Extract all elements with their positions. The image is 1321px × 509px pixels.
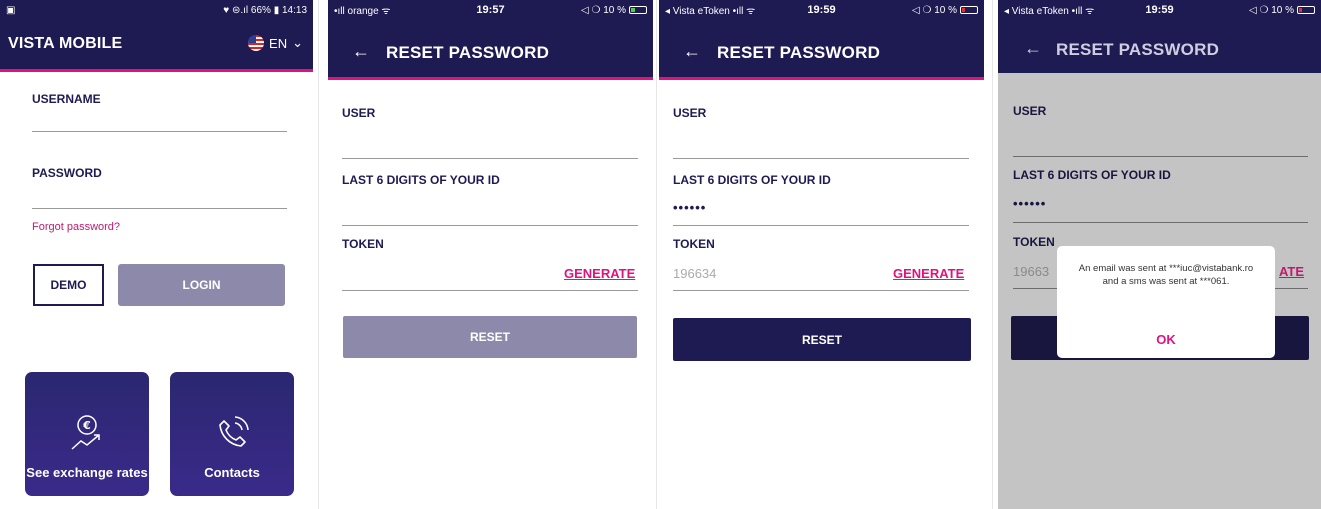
user-field[interactable] — [342, 158, 638, 159]
reset-password-screen-filled: ◂ Vista eToken •ıll ᯤ 19:59 ◁ ❍ 10 % ← R… — [659, 0, 984, 509]
reset-button[interactable]: RESET — [343, 316, 637, 358]
status-bar: ▣ ♥ ⊜.ıl 66% ▮ 14:13 — [0, 0, 313, 20]
battery-icon — [1297, 6, 1315, 14]
page-title: RESET PASSWORD — [1056, 40, 1220, 59]
app-title: VISTA MOBILE — [8, 35, 123, 52]
token-field[interactable] — [342, 290, 638, 291]
reset-header: ◂ Vista eToken •ıll ᯤ 19:59 ◁ ❍ 10 % ← R… — [659, 0, 984, 80]
password-field[interactable] — [32, 208, 287, 209]
status-time: 19:57 — [476, 4, 505, 16]
status-bar: ◂ Vista eToken •ıll ᯤ 19:59 ◁ ❍ 10 % — [998, 0, 1321, 20]
id-label: LAST 6 DIGITS OF YOUR ID — [673, 173, 831, 187]
divider — [992, 0, 993, 509]
flag-us-icon — [248, 35, 265, 51]
contacts-tile[interactable]: Contacts — [170, 372, 294, 496]
battery-icon — [629, 6, 647, 14]
token-field-value: 19663 — [1013, 264, 1050, 279]
status-bar: ◂ Vista eToken •ıll ᯤ 19:59 ◁ ❍ 10 % — [659, 0, 984, 20]
divider — [656, 0, 657, 509]
contacts-label: Contacts — [204, 465, 260, 480]
token-field-value: 196634 — [673, 266, 717, 281]
user-label: USER — [342, 106, 376, 120]
generate-link: ATE — [1279, 264, 1305, 279]
exchange-rates-tile[interactable]: € See exchange rates — [25, 372, 149, 496]
login-button[interactable]: LOGIN — [118, 264, 285, 306]
id-field-value: •••••• — [673, 200, 707, 215]
username-label: USERNAME — [32, 92, 101, 106]
password-label: PASSWORD — [32, 166, 102, 180]
reset-button[interactable]: RESET — [673, 318, 971, 361]
euro-exchange-icon: € — [71, 415, 100, 450]
token-label: TOKEN — [1013, 235, 1055, 249]
language-selector[interactable]: EN ⌄ — [248, 35, 303, 51]
user-field — [1013, 156, 1308, 157]
page-title: RESET PASSWORD — [717, 43, 881, 62]
back-arrow-icon[interactable]: ← — [352, 41, 370, 62]
reset-password-screen-empty: •ıll orange ᯤ 19:57 ◁ ❍ 10 % ← RESET PAS… — [328, 0, 653, 509]
status-bar: •ıll orange ᯤ 19:57 ◁ ❍ 10 % — [328, 0, 653, 20]
id-label: LAST 6 DIGITS OF YOUR ID — [342, 173, 500, 187]
id-label: LAST 6 DIGITS OF YOUR ID — [1013, 168, 1171, 182]
status-time: 19:59 — [1145, 4, 1174, 16]
back-arrow-icon: ← — [1024, 38, 1042, 58]
user-field[interactable] — [673, 158, 969, 159]
username-field[interactable] — [32, 131, 287, 132]
dialog-ok-button[interactable]: OK — [1057, 332, 1275, 347]
login-screen: ▣ ♥ ⊜.ıl 66% ▮ 14:13 VISTA MOBILE EN ⌄ U… — [0, 0, 313, 509]
reset-header: ◂ Vista eToken •ıll ᯤ 19:59 ◁ ❍ 10 % ← R… — [998, 0, 1321, 73]
id-field[interactable] — [342, 225, 638, 226]
battery-icon — [960, 6, 978, 14]
language-label: EN — [269, 35, 288, 51]
login-header: ▣ ♥ ⊜.ıl 66% ▮ 14:13 VISTA MOBILE EN ⌄ — [0, 0, 313, 72]
exchange-rates-label: See exchange rates — [26, 465, 148, 480]
status-right: ♥ ⊜.ıl 66% ▮ 14:13 — [223, 4, 307, 16]
divider — [318, 0, 319, 509]
id-field — [1013, 222, 1308, 223]
token-label: TOKEN — [673, 237, 715, 251]
phone-icon — [219, 416, 249, 447]
status-left: ▣ — [6, 4, 16, 16]
status-time: 19:59 — [807, 4, 836, 16]
svg-text:€: € — [82, 419, 91, 432]
reset-password-screen-dialog: ◂ Vista eToken •ıll ᯤ 19:59 ◁ ❍ 10 % ← R… — [998, 0, 1321, 509]
confirmation-dialog: An email was sent at ***iuc@vistabank.ro… — [1057, 246, 1275, 358]
back-arrow-icon[interactable]: ← — [683, 41, 701, 62]
generate-link[interactable]: GENERATE — [893, 266, 964, 281]
token-field[interactable] — [673, 290, 969, 291]
dialog-message: An email was sent at ***iuc@vistabank.ro… — [1078, 263, 1254, 287]
id-field[interactable] — [673, 225, 969, 226]
token-label: TOKEN — [342, 237, 384, 251]
id-field-value: •••••• — [1013, 196, 1047, 211]
user-label: USER — [1013, 104, 1047, 118]
chevron-down-icon: ⌄ — [292, 35, 303, 50]
page-title: RESET PASSWORD — [386, 43, 550, 62]
user-label: USER — [673, 106, 707, 120]
generate-link[interactable]: GENERATE — [564, 266, 635, 281]
reset-header: •ıll orange ᯤ 19:57 ◁ ❍ 10 % ← RESET PAS… — [328, 0, 653, 80]
demo-button[interactable]: DEMO — [33, 264, 104, 306]
forgot-password-link[interactable]: Forgot password? — [32, 221, 120, 233]
